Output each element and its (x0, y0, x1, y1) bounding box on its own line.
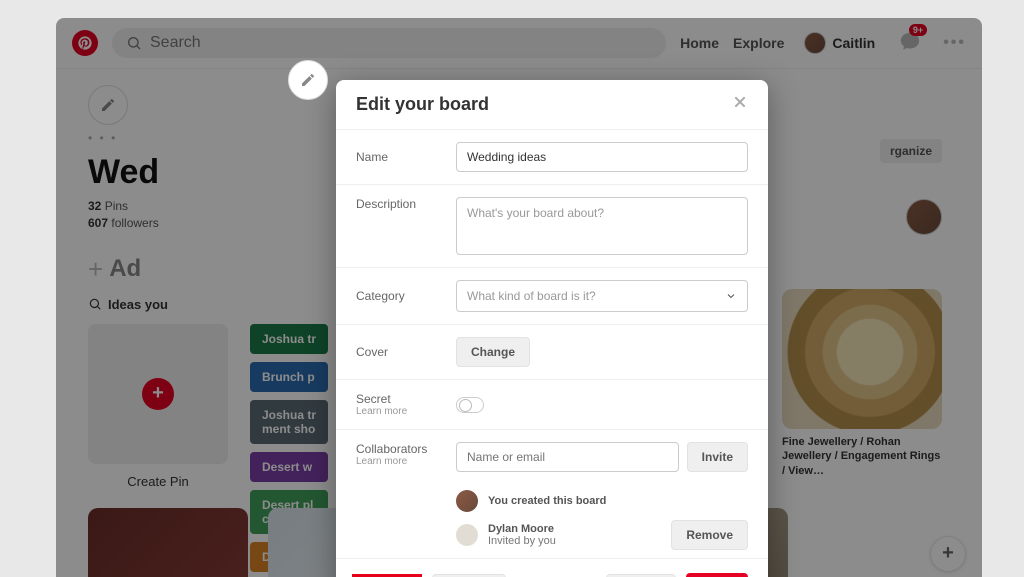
description-label: Description (356, 197, 440, 211)
avatar (456, 490, 478, 512)
collaborator-input[interactable] (456, 442, 679, 472)
collaborator-row: Dylan Moore Invited by you Remove (456, 520, 748, 550)
cover-label: Cover (356, 345, 440, 359)
invite-button[interactable]: Invite (687, 442, 748, 472)
category-label: Category (356, 289, 440, 303)
collaborators-label: Collaborators Learn more (356, 442, 440, 467)
cancel-button[interactable]: Cancel (606, 574, 675, 577)
delete-button[interactable]: Delete (356, 574, 422, 577)
change-cover-button[interactable]: Change (456, 337, 530, 367)
collaborator-row: You created this board (456, 490, 748, 512)
archive-button[interactable]: Archive (432, 574, 506, 577)
collab-name: Dylan Moore (488, 523, 556, 535)
collab-subtext: Invited by you (488, 535, 556, 547)
secret-label: Secret Learn more (356, 392, 440, 417)
name-input[interactable] (456, 142, 748, 172)
pencil-icon (300, 72, 316, 88)
chevron-down-icon (725, 290, 737, 302)
close-button[interactable] (732, 94, 748, 115)
remove-collaborator-button[interactable]: Remove (671, 520, 748, 550)
description-input[interactable]: What's your board about? (456, 197, 748, 255)
collab-you-created: You created this board (488, 495, 606, 507)
edit-board-modal: Edit your board Name Description What's … (336, 80, 768, 577)
modal-edit-icon-circle (288, 60, 328, 100)
save-button[interactable]: Save (686, 573, 748, 577)
avatar (456, 524, 478, 546)
close-icon (732, 94, 748, 110)
category-select[interactable]: What kind of board is it? (456, 280, 748, 312)
secret-toggle[interactable] (456, 397, 484, 413)
name-label: Name (356, 150, 440, 164)
modal-title: Edit your board (356, 94, 489, 115)
